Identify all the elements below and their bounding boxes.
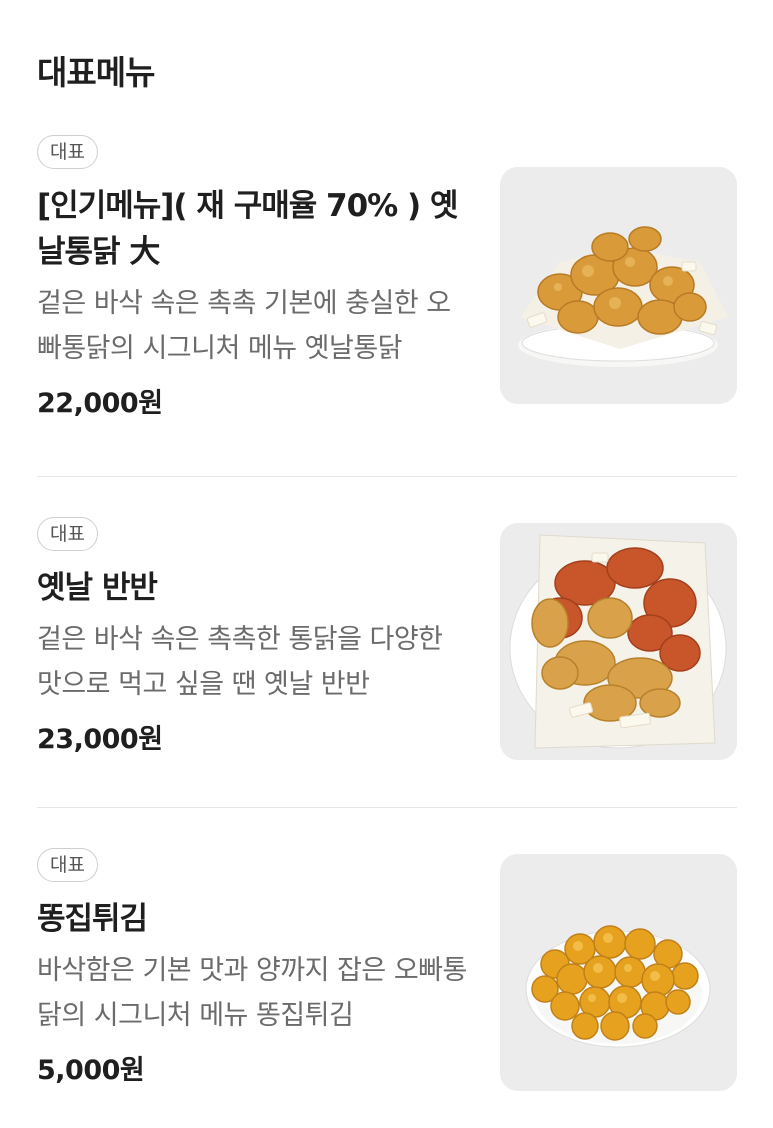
signature-badge: 대표	[37, 135, 98, 169]
menu-item-name: 옛날 반반	[37, 570, 158, 606]
fried-chicken-image	[500, 167, 737, 404]
menu-item-text: 대표 똥집튀김 바삭함은 기본 맛과 양까지 잡은 오빠통닭의 시그니처 메뉴 …	[37, 848, 472, 1087]
fried-chicken-plate-photo[interactable]	[500, 167, 737, 404]
fried-gizzard-plate-photo[interactable]	[500, 854, 737, 1091]
menu-item-name: 똥집튀김	[37, 901, 148, 937]
menu-item-half-half[interactable]: 대표 옛날 반반 겉은 바삭 속은 촉촉한 통닭을 다양한 맛으로 먹고 싶을 …	[37, 517, 737, 787]
menu-item-price: 23,000원	[37, 724, 163, 755]
half-half-chicken-image	[500, 523, 737, 760]
signature-badge: 대표	[37, 848, 98, 882]
menu-item-description: 겉은 바삭 속은 촉촉한 통닭을 다양한 맛으로 먹고 싶을 땐 옛날 반반	[37, 624, 443, 700]
divider	[37, 807, 737, 808]
menu-item-description: 겉은 바삭 속은 촉촉 기본에 충실한 오빠통닭의 시그니처 메뉴 옛날통닭	[37, 288, 451, 364]
menu-item-description: 바삭함은 기본 맛과 양까지 잡은 오빠통닭의 시그니처 메뉴 똥집튀김	[37, 955, 467, 1031]
menu-list: 대표 [인기메뉴]( 재 구매율 70% ) 옛날통닭 大 겉은 바삭 속은 촉…	[0, 0, 773, 1128]
half-half-chicken-plate-photo[interactable]	[500, 523, 737, 760]
menu-item-name: [인기메뉴]( 재 구매율 70% ) 옛날통닭 大	[37, 188, 459, 270]
menu-item-price: 22,000원	[37, 388, 163, 419]
menu-item-old-style-chicken[interactable]: 대표 [인기메뉴]( 재 구매율 70% ) 옛날통닭 大 겉은 바삭 속은 촉…	[37, 135, 737, 435]
menu-item-price: 5,000원	[37, 1055, 145, 1086]
menu-item-text: 대표 [인기메뉴]( 재 구매율 70% ) 옛날통닭 大 겉은 바삭 속은 촉…	[37, 135, 472, 420]
menu-item-text: 대표 옛날 반반 겉은 바삭 속은 촉촉한 통닭을 다양한 맛으로 먹고 싶을 …	[37, 517, 472, 756]
menu-item-fried-gizzard[interactable]: 대표 똥집튀김 바삭함은 기본 맛과 양까지 잡은 오빠통닭의 시그니처 메뉴 …	[37, 848, 737, 1108]
signature-badge: 대표	[37, 517, 98, 551]
fried-gizzard-image	[500, 854, 737, 1091]
divider	[37, 476, 737, 477]
